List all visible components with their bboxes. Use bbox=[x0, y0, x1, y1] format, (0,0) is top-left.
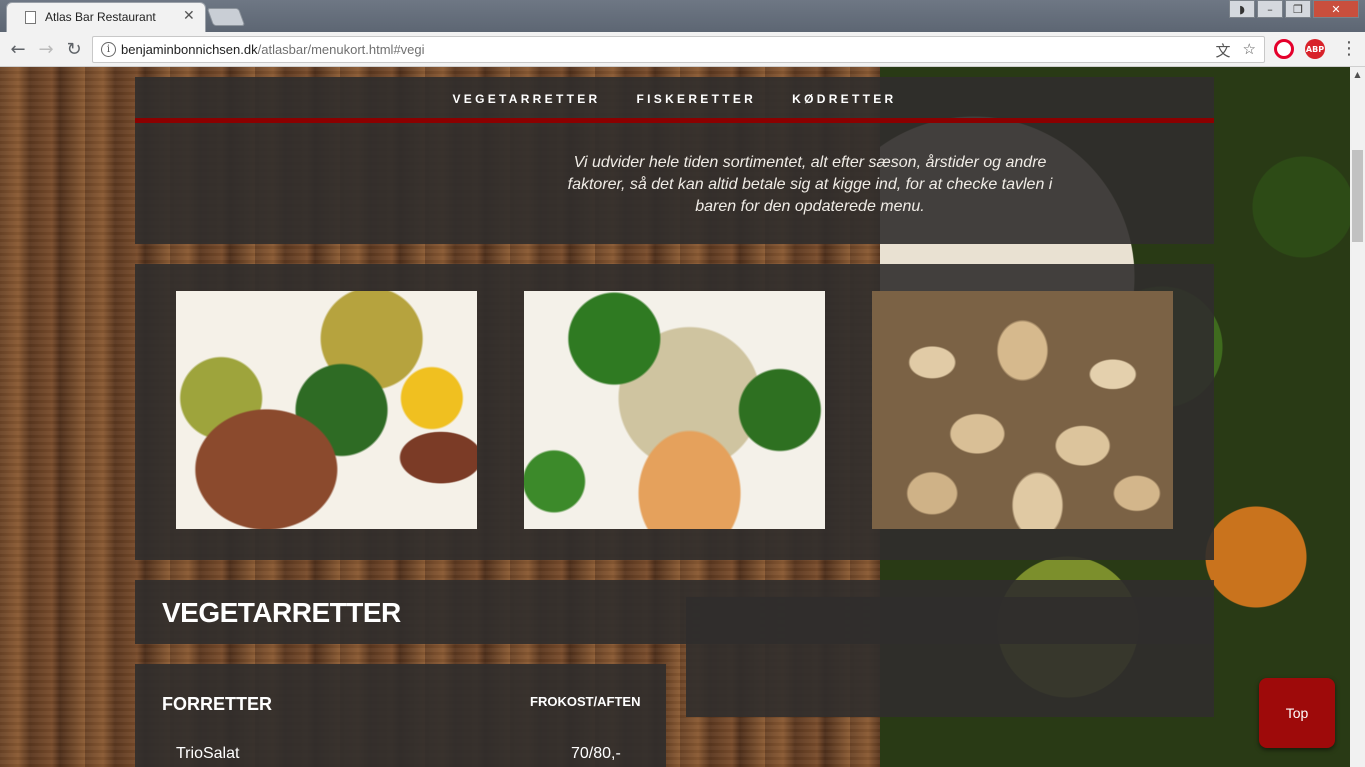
window-controls: ◗ – ❐ ✕ bbox=[1229, 0, 1359, 18]
course-title: FORRETTER bbox=[162, 694, 272, 714]
info-icon[interactable]: i bbox=[101, 42, 116, 57]
category-nav: VEGETARRETTER FISKERETTER KØDRETTER bbox=[135, 77, 1214, 121]
new-tab-button[interactable] bbox=[206, 8, 246, 26]
nav-vegetarretter[interactable]: VEGETARRETTER bbox=[452, 92, 600, 106]
close-window-button[interactable]: ✕ bbox=[1313, 0, 1359, 18]
food-photo-cashews bbox=[872, 291, 1173, 529]
accent-divider bbox=[135, 118, 1214, 123]
menu-icon[interactable]: ⋮ bbox=[1340, 38, 1358, 59]
tab-close-icon[interactable]: ✕ bbox=[183, 8, 195, 24]
browser-toolbar: ← → ↻ i benjaminbonnichsen.dk/atlasbar/m… bbox=[0, 32, 1365, 67]
star-icon[interactable]: ☆ bbox=[1243, 40, 1256, 61]
dish-price: 70/80,- bbox=[571, 745, 621, 762]
menu-list-panel-right bbox=[686, 597, 1214, 717]
browser-tab[interactable]: Atlas Bar Restaurant ✕ bbox=[6, 2, 206, 32]
back-to-top-button[interactable]: Top bbox=[1259, 678, 1335, 748]
address-bar[interactable]: i benjaminbonnichsen.dk/atlasbar/menukor… bbox=[92, 36, 1265, 63]
food-photo-patties bbox=[176, 291, 477, 529]
photo-gallery bbox=[135, 264, 1214, 560]
translate-icon[interactable]: 文 bbox=[1216, 40, 1231, 61]
maximize-button[interactable]: ❐ bbox=[1285, 0, 1311, 18]
tab-title: Atlas Bar Restaurant bbox=[45, 10, 156, 24]
back-arrow-icon[interactable]: ← bbox=[6, 37, 30, 61]
forward-arrow-icon[interactable]: → bbox=[34, 37, 58, 61]
page-icon bbox=[25, 11, 36, 24]
price-header: FROKOST/AFTEN bbox=[530, 694, 641, 709]
section-title: VEGETARRETTER bbox=[162, 597, 401, 628]
user-icon[interactable]: ◗ bbox=[1229, 0, 1255, 18]
reload-icon[interactable]: ↻ bbox=[62, 37, 86, 61]
url-text: benjaminbonnichsen.dk/atlasbar/menukort.… bbox=[121, 42, 425, 57]
nav-fiskeretter[interactable]: FISKERETTER bbox=[637, 92, 757, 106]
food-photo-risotto bbox=[524, 291, 825, 529]
nav-kodretter[interactable]: KØDRETTER bbox=[792, 92, 896, 106]
scrollbar-thumb[interactable] bbox=[1352, 150, 1363, 242]
minimize-button[interactable]: – bbox=[1257, 0, 1283, 18]
adblock-icon[interactable]: ABP bbox=[1305, 39, 1325, 59]
scroll-up-arrow-icon[interactable]: ▲ bbox=[1350, 67, 1365, 82]
intro-text: Vi udvider hele tiden sortimentet, alt e… bbox=[567, 154, 1053, 215]
dish-name: TrioSalat bbox=[176, 745, 240, 762]
menu-list-panel: FORRETTER FROKOST/AFTEN TrioSalat 70/80,… bbox=[135, 664, 666, 767]
browser-tab-bar: Atlas Bar Restaurant ✕ ◗ – ❐ ✕ bbox=[0, 0, 1365, 32]
menu-nav-panel: VEGETARRETTER FISKERETTER KØDRETTER Vi u… bbox=[135, 77, 1214, 244]
opera-icon[interactable] bbox=[1274, 39, 1294, 59]
